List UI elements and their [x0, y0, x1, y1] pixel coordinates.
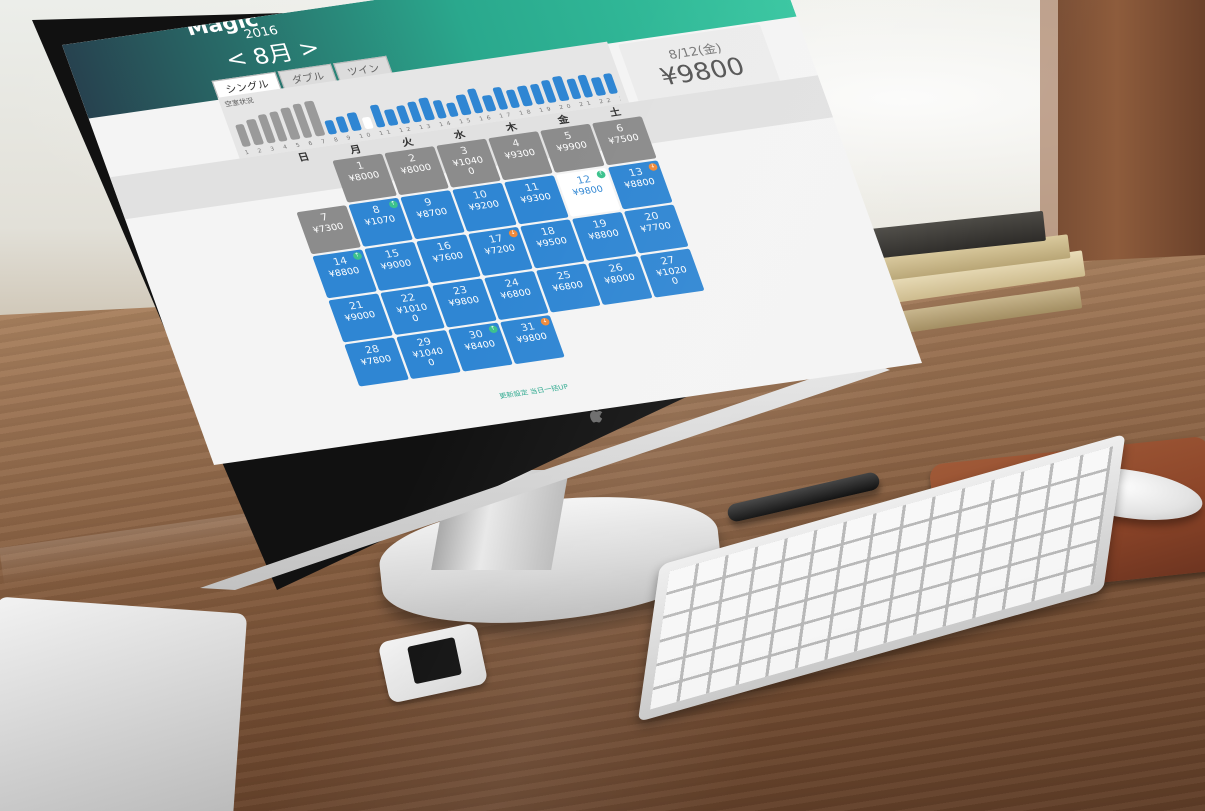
monitor-screen: Magic 2016 < 8月 > シングル ダブル ツイン 空室状況 1 2 …	[62, 0, 922, 465]
histogram-bar	[481, 94, 497, 112]
histogram-bar	[334, 115, 350, 133]
histogram-bar	[383, 108, 399, 126]
histogram-bar	[360, 116, 374, 130]
histogram-bar	[323, 119, 338, 135]
next-month-button[interactable]: >	[294, 34, 323, 62]
histogram-bar	[445, 101, 460, 118]
histogram-bar	[346, 112, 362, 132]
prev-month-button[interactable]: <	[222, 44, 251, 72]
histogram-bar	[432, 99, 448, 119]
current-month: 8月	[249, 39, 297, 70]
bulk-update-link[interactable]: 更新設定 当日一括UP	[498, 381, 569, 400]
